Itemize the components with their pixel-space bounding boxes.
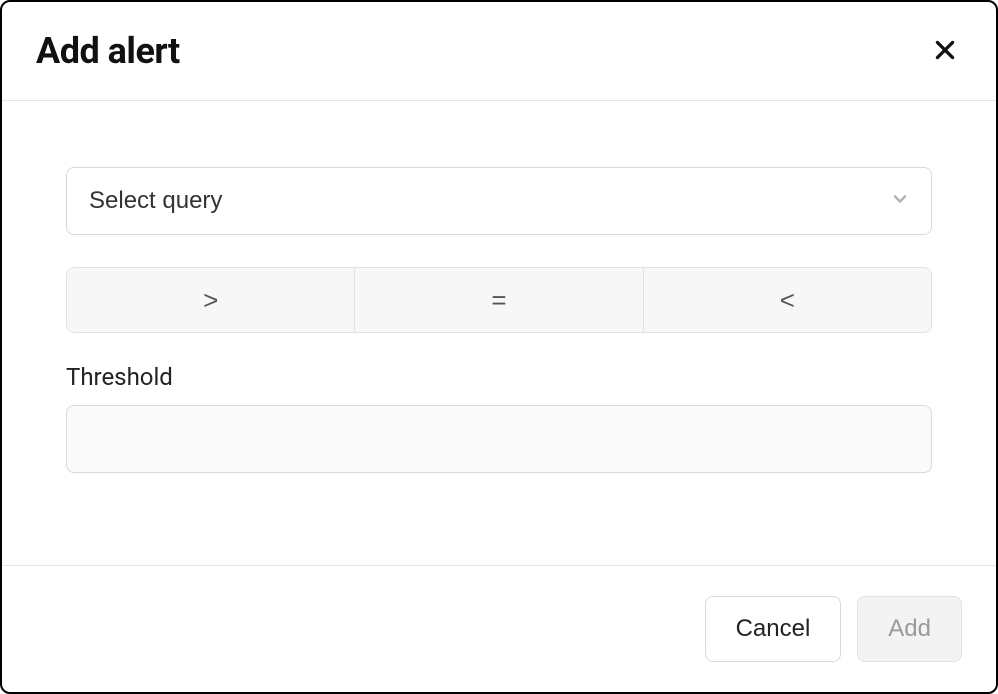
query-select-wrap: Select query: [66, 167, 932, 235]
modal-footer: Cancel Add: [2, 565, 996, 692]
threshold-input[interactable]: [66, 405, 932, 473]
query-select-placeholder: Select query: [89, 187, 222, 215]
add-alert-modal: Add alert Select query > = <: [0, 0, 998, 694]
close-icon: [932, 37, 958, 66]
close-button[interactable]: [928, 33, 962, 70]
modal-body: Select query > = < Threshold: [2, 101, 996, 565]
cancel-button[interactable]: Cancel: [705, 596, 842, 662]
threshold-label: Threshold: [66, 363, 932, 391]
modal-title: Add alert: [36, 30, 180, 72]
query-select[interactable]: Select query: [66, 167, 932, 235]
modal-header: Add alert: [2, 2, 996, 101]
operator-toggle-group: > = <: [66, 267, 932, 333]
operator-lt-button[interactable]: <: [643, 268, 931, 332]
add-button[interactable]: Add: [857, 596, 962, 662]
operator-eq-button[interactable]: =: [354, 268, 642, 332]
operator-gt-button[interactable]: >: [67, 268, 354, 332]
